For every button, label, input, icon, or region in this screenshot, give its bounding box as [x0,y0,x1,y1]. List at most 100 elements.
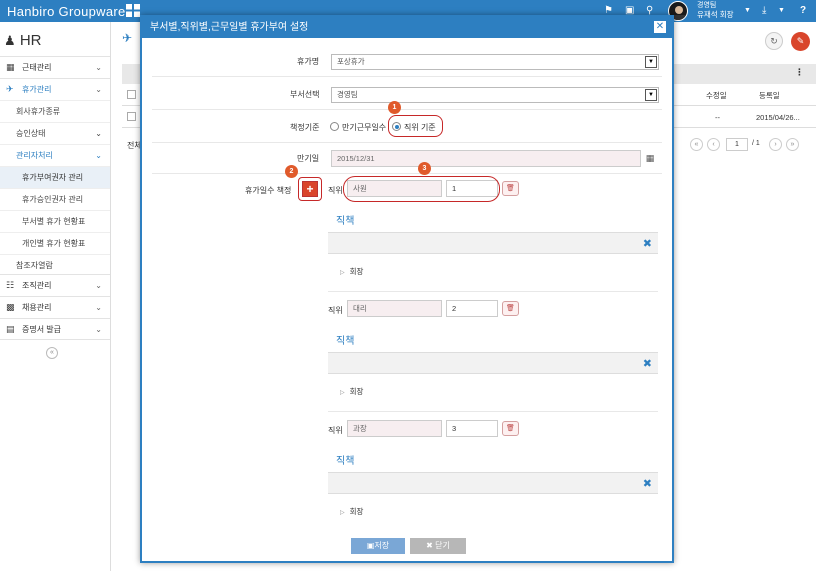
duty-block: 직책 ✖ ▷ 회장 [328,332,658,412]
trash-icon[interactable]: 🗑 [502,181,519,196]
brand-logo[interactable]: Hanbiro Groupware [7,4,126,19]
sidebar-sub-label: 승인상태 [16,129,46,138]
sidebar-collapse-icon[interactable]: « [46,347,58,359]
trash-icon[interactable]: 🗑 [502,421,519,436]
sidebar-sub-company-vacation-types[interactable]: 회사휴가종류 [0,100,110,122]
user-info[interactable]: 경영팀 유재석 회장 [697,1,734,19]
plane-icon: ✈ [122,31,133,45]
dept-value: 경영팀 [337,90,358,99]
tree-node[interactable]: ▷ 회장 [340,266,363,277]
step-badge: 3 [418,162,431,175]
caret-right-icon: ▷ [340,270,345,276]
module-title-text: HR [19,32,42,49]
sidebar-item-attendance[interactable]: ▦ 근태관리 ⌄ [0,56,110,78]
criteria-opt1-label[interactable]: 만기근무일수 [342,122,386,133]
page-input[interactable]: 1 [726,138,748,151]
criteria-radio-service-days[interactable] [330,122,339,131]
position-label: 직위 [328,426,343,435]
position-label: 직위 [328,186,343,195]
sidebar-sub-admin[interactable]: 관리자처리 ⌄ [0,144,110,166]
duty-block: 직책 ✖ ▷ 회장 [328,452,658,532]
remove-icon[interactable]: ✖ [643,477,652,490]
dept-label: 부서선택 [290,90,320,99]
position-input[interactable]: 과장 [347,420,442,437]
modal-title: 부서별,직위별,근무일별 휴가부여 설정 [150,22,309,33]
days-input[interactable]: 3 [446,420,498,437]
caret-right-icon: ▷ [340,390,345,396]
sidebar-sub-grantor-manage[interactable]: 휴가부여권자 관리 [0,166,110,188]
prev-page-icon[interactable]: ‹ [707,138,720,151]
first-page-icon[interactable]: « [690,138,703,151]
remove-icon[interactable]: ✖ [643,237,652,250]
chevron-down-icon: ⌄ [95,129,102,138]
sidebar-sub-approver-manage[interactable]: 휴가승인권자 관리 [0,188,110,210]
sidebar-item-organization[interactable]: ☷ 조직관리 ⌄ [0,274,110,296]
sidebar-sub-personal-status[interactable]: 개인별 휴가 현황표 [0,232,110,254]
duty-bar: ✖ [328,352,658,374]
vacation-name-value: 포상휴가 [337,57,365,66]
sidebar-item-vacation[interactable]: ✈ 휴가관리 ⌄ [0,78,110,100]
row-expiry: 만기일 2015/12/31 ▦ [152,144,662,174]
download-icon[interactable]: ⤓ [762,5,766,17]
last-page-icon[interactable]: » [786,138,799,151]
tree-node[interactable]: ▷ 회장 [340,386,363,397]
pencil-icon[interactable]: ✎ [791,32,810,51]
office-icon: ▩ [6,302,15,312]
calendar-icon[interactable]: ▦ [642,150,658,166]
chevron-down-icon: ⌄ [95,151,102,160]
close-button-label: 닫기 [435,541,450,550]
sidebar-sub-reference[interactable]: 참조자열람 [0,254,110,276]
user-group-icon: ♟ [4,33,16,48]
close-button[interactable]: ✖ 닫기 [410,538,466,554]
position-label: 직위 [328,306,343,315]
apps-grid-icon[interactable] [126,4,140,17]
save-button[interactable]: ▣저장 [351,538,405,554]
select-all-checkbox[interactable] [127,90,136,99]
row-department: 부서선택 경영팀 ▼ [152,78,662,110]
help-icon[interactable]: ? [800,5,806,17]
chevron-down-icon[interactable]: ▼ [778,5,785,17]
highlight-box [343,176,500,202]
remove-icon[interactable]: ✖ [643,357,652,370]
divider [328,291,658,292]
plane-icon: ✈ [6,84,14,94]
row-vacation-name: 휴가명 포상휴가 ▼ [152,47,662,77]
close-icon[interactable]: ✕ [654,21,666,33]
more-vertical-icon[interactable]: ⋮ [795,67,804,78]
position-input[interactable]: 대리 [347,300,442,317]
sidebar-sub-dept-status[interactable]: 부서별 휴가 현황표 [0,210,110,232]
sidebar-item-label: 근태관리 [22,63,52,72]
sidebar-item-recruitment[interactable]: ▩ 채용관리 ⌄ [0,296,110,318]
modal-header: 부서별,직위별,근무일별 휴가부여 설정 ✕ [142,17,672,38]
duty-bar: ✖ [328,472,658,494]
tree-node[interactable]: ▷ 회장 [340,506,363,517]
expiry-input[interactable]: 2015/12/31 [331,150,641,167]
chevron-down-icon[interactable]: ▼ [744,5,751,17]
vacation-name-select[interactable]: 포상휴가 ▼ [331,54,659,70]
chevron-down-icon: ⌄ [95,85,102,94]
step-badge: 2 [285,165,298,178]
days-input[interactable]: 2 [446,300,498,317]
refresh-icon[interactable]: ↻ [765,32,783,50]
highlight-box [388,115,443,137]
chevron-down-icon: ▼ [645,89,657,101]
page-total: / 1 [752,140,760,147]
col-modified[interactable]: 수정일 [706,90,727,101]
chevron-down-icon: ▼ [645,56,657,68]
trash-icon[interactable]: 🗑 [502,301,519,316]
sidebar-sub-approval-status[interactable]: 승인상태 ⌄ [0,122,110,144]
caret-right-icon: ▷ [340,510,345,516]
col-registered[interactable]: 등록일 [759,90,780,101]
sidebar-item-label: 조직관리 [22,281,52,290]
row-checkbox[interactable] [127,112,136,121]
dept-select[interactable]: 경영팀 ▼ [331,87,659,103]
chevron-down-icon: ⌄ [95,63,102,72]
chevron-down-icon: ⌄ [95,303,102,312]
save-button-label: 저장 [374,541,390,550]
chevron-down-icon: ⌄ [95,281,102,290]
step-badge: 1 [388,101,401,114]
tree-node-label: 회장 [349,267,364,276]
sidebar-item-certificate[interactable]: ▤ 증명서 발급 ⌄ [0,318,110,340]
next-page-icon[interactable]: › [769,138,782,151]
building-icon: ▦ [6,62,15,72]
